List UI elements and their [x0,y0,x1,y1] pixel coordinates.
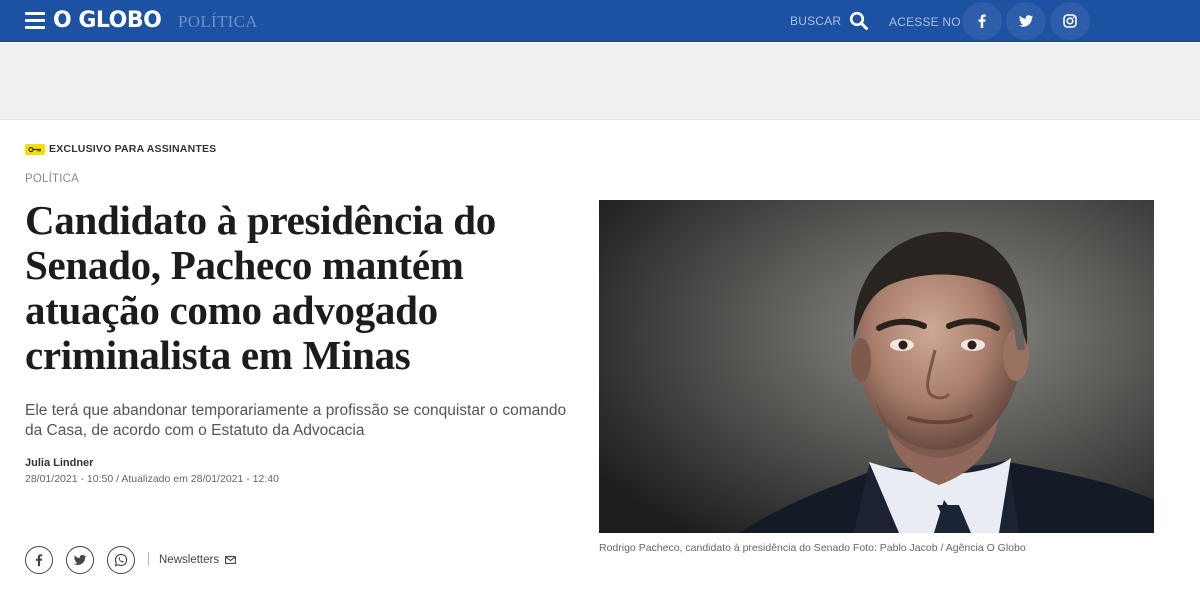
twitter-icon [1019,15,1034,27]
mail-icon [225,556,237,564]
instagram-icon [1063,14,1077,28]
search-button[interactable]: BUSCAR [790,10,869,32]
header-instagram-button[interactable] [1050,2,1090,40]
article-author: Julia Lindner [25,457,94,469]
whatsapp-icon [114,553,128,567]
article-dates: 28/01/2021 - 10:50 / Atualizado em 28/01… [25,473,279,485]
hamburger-menu-icon[interactable] [25,12,45,30]
twitter-icon [73,554,87,565]
site-logo[interactable]: O GLOBO [53,7,162,35]
newsletters-link[interactable]: Newsletters [159,554,237,566]
search-icon [850,11,869,30]
article-section-kicker[interactable]: POLÍTICA [25,173,79,185]
exclusive-label: EXCLUSIVO PARA ASSINANTES [49,143,217,155]
article-headline: Candidato à presidência do Senado, Pache… [25,197,497,378]
header-twitter-button[interactable] [1006,2,1046,40]
portrait-image [599,200,1154,533]
search-label: BUSCAR [790,14,842,28]
top-header: O GLOBO POLÍTICA BUSCAR ACESSE NO [0,0,1200,42]
share-whatsapp-button[interactable] [107,546,135,574]
acesse-no-label: ACESSE NO [889,15,961,29]
article-subtitle: Ele terá que abandonar temporariamente a… [25,402,567,439]
newsletters-label: Newsletters [159,554,220,566]
share-divider [148,552,149,566]
ad-banner-area [0,43,1200,120]
key-icon [25,143,45,155]
share-twitter-button[interactable] [66,546,94,574]
facebook-icon [36,554,43,567]
article-photo[interactable] [599,200,1154,533]
facebook-icon [978,14,986,28]
photo-caption: Rodrigo Pacheco, candidato à presidência… [599,542,1026,554]
header-section-label[interactable]: POLÍTICA [178,12,258,32]
share-facebook-button[interactable] [25,546,53,574]
header-facebook-button[interactable] [962,2,1002,40]
exclusive-badge: EXCLUSIVO PARA ASSINANTES [25,143,216,155]
